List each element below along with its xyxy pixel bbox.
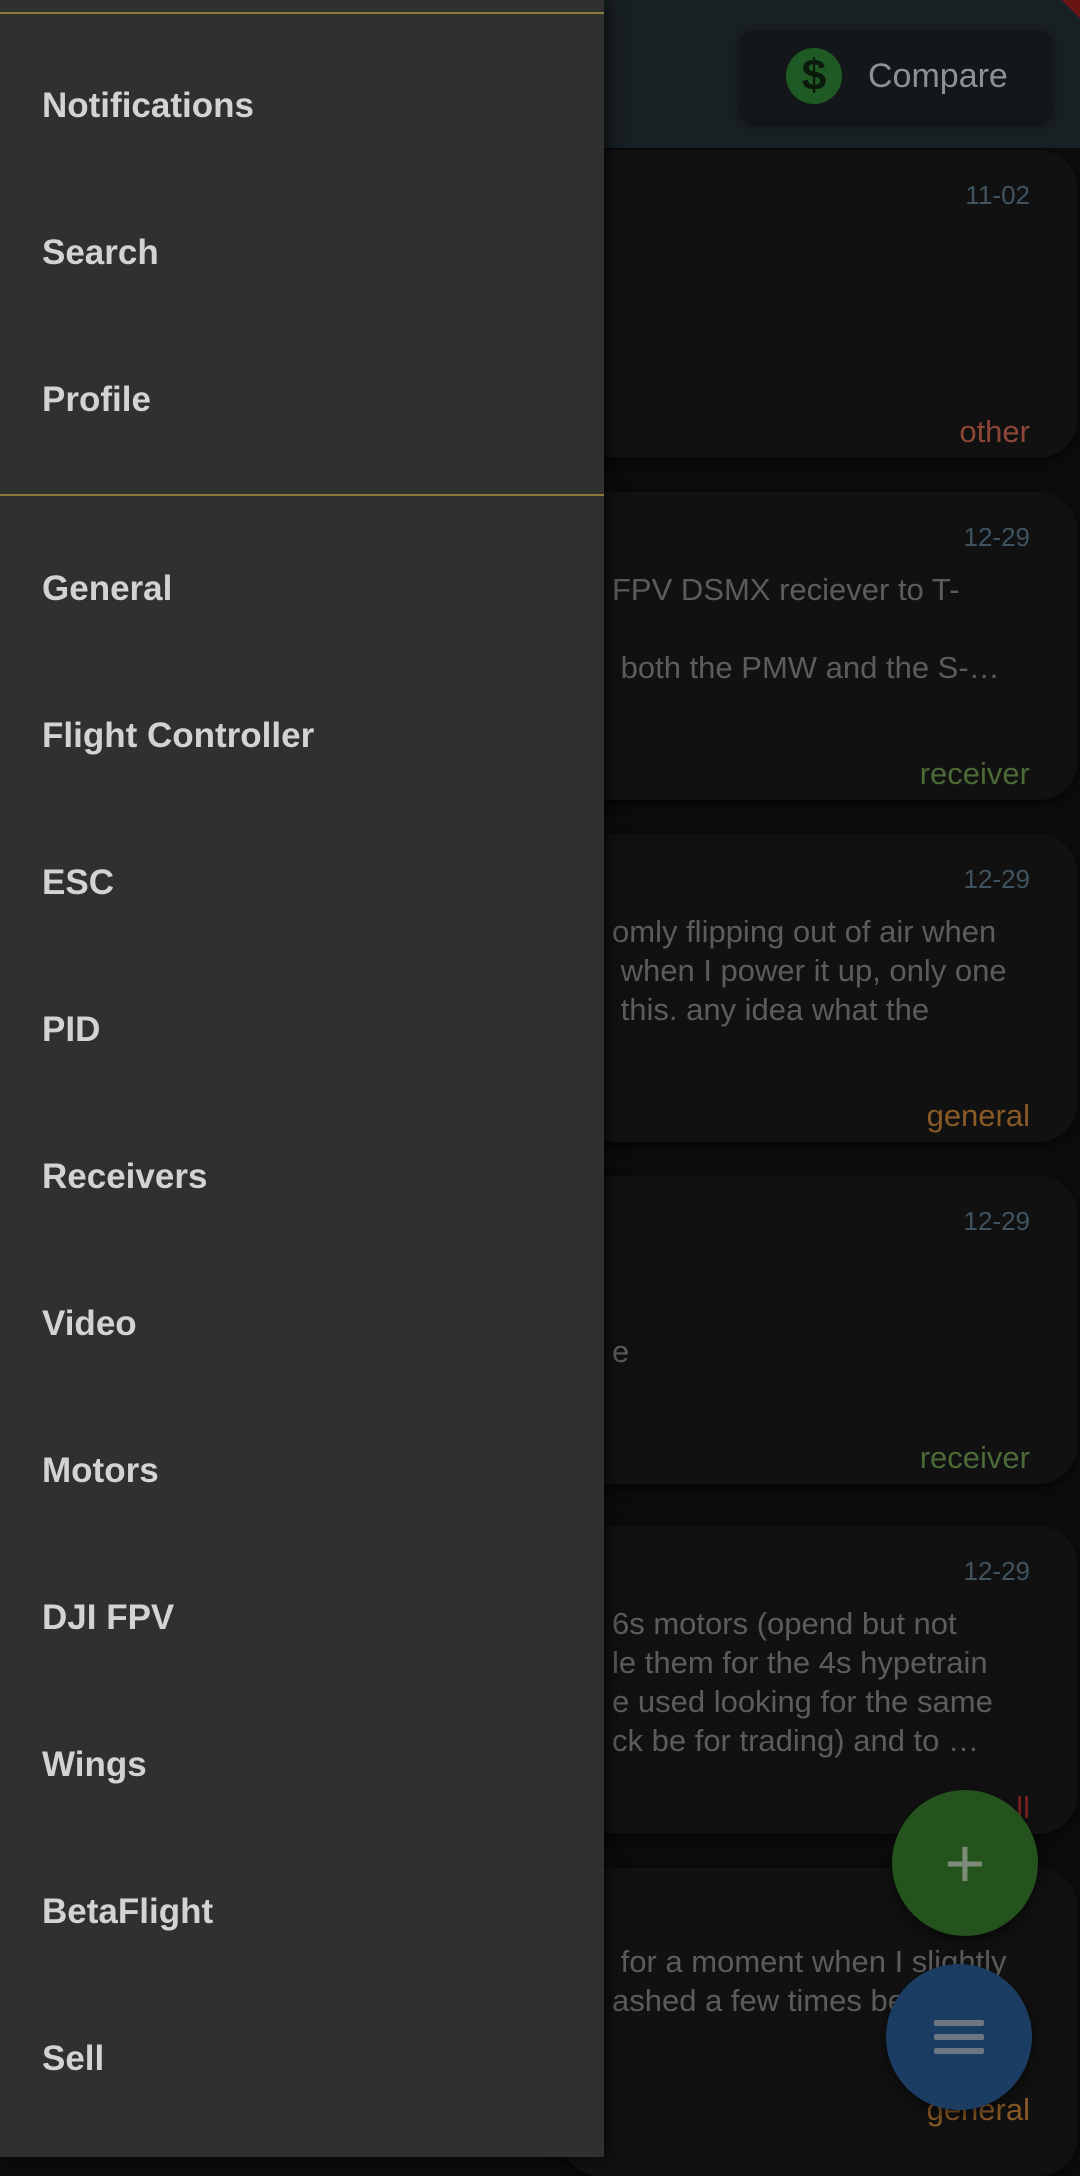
post-category: receiver	[919, 756, 1030, 791]
post-card[interactable]: 12-29 FPV DSMX reciever to T- both the P…	[560, 492, 1078, 800]
drawer-item-pid[interactable]: PID	[42, 1010, 100, 1050]
drawer-item-profile[interactable]: Profile	[42, 380, 151, 420]
menu-icon	[934, 2020, 984, 2054]
post-category: receiver	[919, 1440, 1030, 1475]
post-card[interactable]: 12-29 6s motors (opend but not le them f…	[560, 1526, 1078, 1834]
drawer-item-motors[interactable]: Motors	[42, 1451, 159, 1491]
compare-button[interactable]: $ Compare	[740, 30, 1052, 122]
drawer-divider	[0, 12, 604, 14]
drawer-item-general[interactable]: General	[42, 569, 172, 609]
drawer-item-dji-fpv[interactable]: DJI FPV	[42, 1598, 174, 1638]
post-date: 12-29	[963, 1206, 1031, 1236]
post-card[interactable]: 12-29 e receiver	[560, 1176, 1078, 1484]
menu-button[interactable]	[886, 1964, 1032, 2110]
plus-icon: +	[944, 1824, 986, 1902]
post-card[interactable]: 12-29 omly flipping out of air when when…	[560, 834, 1078, 1142]
post-date: 12-29	[963, 522, 1031, 552]
post-body: 6s motors (opend but not le them for the…	[612, 1606, 993, 1758]
post-date: 11-02	[965, 180, 1030, 210]
drawer-item-notifications[interactable]: Notifications	[42, 86, 254, 126]
post-body: omly flipping out of air when when I pow…	[612, 914, 1007, 1027]
drawer-item-betaflight[interactable]: BetaFlight	[42, 1892, 213, 1932]
post-card[interactable]: 11-02 other	[560, 150, 1078, 458]
post-category: general	[926, 1098, 1030, 1133]
post-date: 12-29	[963, 1556, 1031, 1586]
compare-label: Compare	[868, 56, 1008, 95]
drawer-item-search[interactable]: Search	[42, 233, 159, 273]
drawer-item-wings[interactable]: Wings	[42, 1745, 147, 1785]
drawer-item-esc[interactable]: ESC	[42, 863, 114, 903]
drawer-divider	[0, 494, 604, 496]
drawer-item-receivers[interactable]: Receivers	[42, 1157, 207, 1197]
drawer-item-flight-controller[interactable]: Flight Controller	[42, 716, 314, 756]
add-post-button[interactable]: +	[892, 1790, 1038, 1936]
dollar-icon: $	[786, 48, 842, 104]
post-date: 12-29	[963, 864, 1031, 894]
post-category: other	[959, 414, 1030, 449]
post-body: e	[612, 1334, 630, 1369]
drawer-item-sell[interactable]: Sell	[42, 2039, 104, 2079]
navigation-drawer: Notifications Search Profile General Fli…	[0, 0, 604, 2157]
post-body: FPV DSMX reciever to T- both the PMW and…	[612, 572, 1000, 685]
drawer-item-video[interactable]: Video	[42, 1304, 137, 1344]
